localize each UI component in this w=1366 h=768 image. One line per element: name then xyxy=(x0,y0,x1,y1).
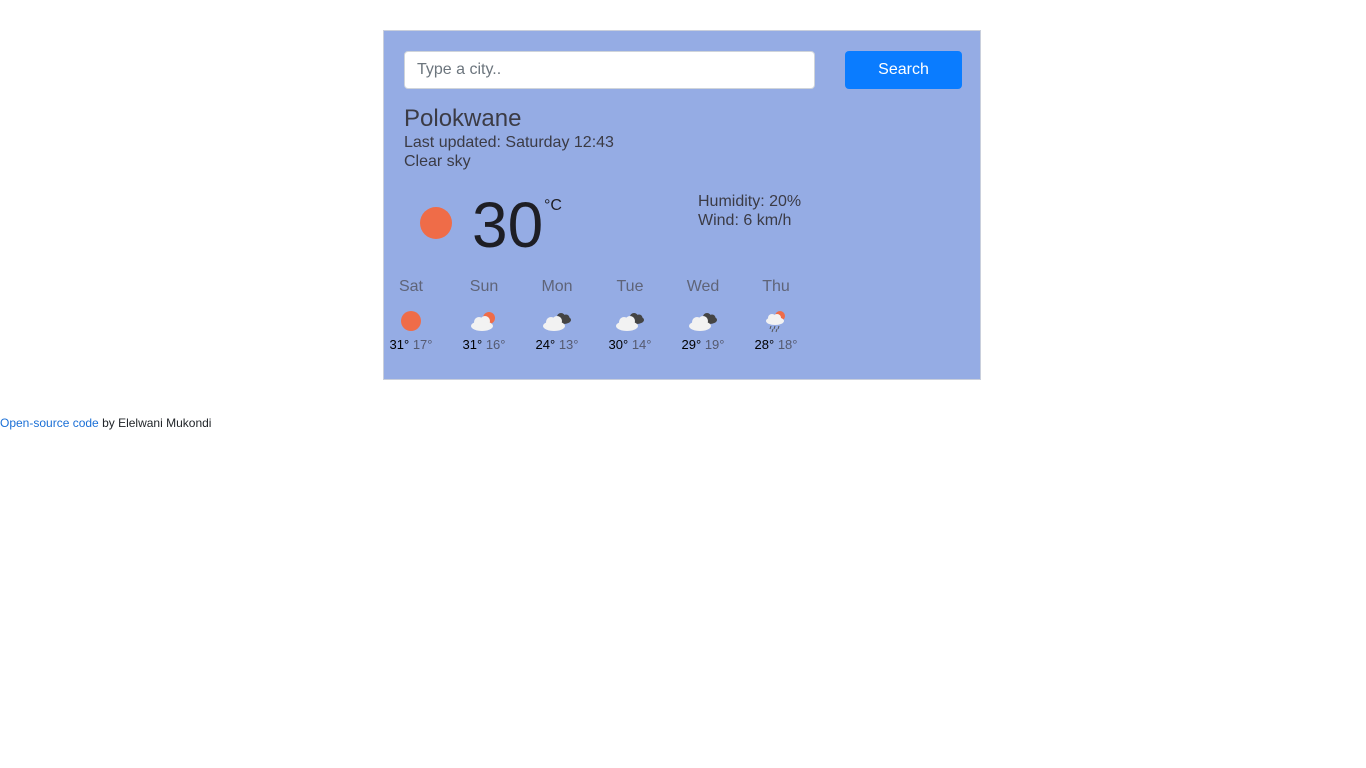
wind: Wind: 6 km/h xyxy=(698,212,792,229)
forecast-day: Sat 31° 17° xyxy=(381,277,441,353)
forecast-temps: 30° 14° xyxy=(600,337,660,353)
forecast-day: Sun 31° 16° xyxy=(454,277,514,353)
broken-clouds-icon xyxy=(689,313,717,331)
forecast-day: Tue 30° 14° xyxy=(600,277,660,353)
forecast-day-name: Thu xyxy=(762,278,790,295)
last-updated: Last updated: Saturday 12:43 xyxy=(404,134,614,151)
forecast-max: 24° xyxy=(535,337,556,352)
forecast-day-name: Mon xyxy=(541,278,573,295)
broken-clouds-icon xyxy=(543,313,571,331)
forecast-day: Thu 28° 18° xyxy=(746,277,806,353)
partly-cloudy-icon xyxy=(471,312,495,331)
forecast-day-name: Sat xyxy=(398,278,423,295)
forecast-max: 31° xyxy=(389,337,410,352)
forecast-min: 14° xyxy=(631,337,652,352)
forecast-day: Wed 29° 19° xyxy=(673,277,733,353)
forecast-min: 19° xyxy=(704,337,725,352)
forecast-day-name: Tue xyxy=(616,278,644,295)
forecast-max: 30° xyxy=(608,337,629,352)
forecast-temps: 29° 19° xyxy=(673,337,733,353)
forecast-min: 17° xyxy=(412,337,433,352)
forecast-temps: 31° 17° xyxy=(381,337,441,353)
city-search-input[interactable] xyxy=(404,51,815,89)
source-code-link[interactable]: Open-source code xyxy=(0,416,99,430)
forecast-max: 31° xyxy=(462,337,483,352)
humidity: Humidity: 20% xyxy=(698,193,802,210)
weather-stats: Humidity: 20% Wind: 6 km/h xyxy=(698,192,801,230)
forecast-temps: 31° 16° xyxy=(454,337,514,353)
forecast-max: 29° xyxy=(681,337,702,352)
forecast-day: Mon 24° 13° xyxy=(527,277,587,353)
forecast: Sat 31° 17° Sun 31° 16° Mon 24° 13° Tue … xyxy=(384,277,824,367)
forecast-min: 13° xyxy=(558,337,579,352)
sun-icon xyxy=(420,207,452,239)
forecast-temps: 24° 13° xyxy=(527,337,587,353)
search-button[interactable]: Search xyxy=(845,51,962,89)
sun-icon xyxy=(401,311,421,331)
forecast-day-name: Sun xyxy=(469,278,499,295)
forecast-temps: 28° 18° xyxy=(746,337,806,353)
city-name: Polokwane xyxy=(404,105,522,132)
current-temperature: 30 xyxy=(472,189,544,261)
forecast-max: 28° xyxy=(754,337,775,352)
forecast-day-name: Wed xyxy=(686,278,720,295)
temperature-unit: °C xyxy=(544,197,562,214)
forecast-min: 16° xyxy=(485,337,506,352)
weather-description: Clear sky xyxy=(404,153,471,170)
author-credit: by Elelwani Mukondi xyxy=(98,416,212,430)
footer: Open-source code by Elelwani Mukondi xyxy=(0,416,211,430)
weather-card: Search Polokwane Last updated: Saturday … xyxy=(383,30,981,380)
forecast-min: 18° xyxy=(777,337,798,352)
rain-icon xyxy=(766,311,785,333)
broken-clouds-icon xyxy=(616,313,644,331)
